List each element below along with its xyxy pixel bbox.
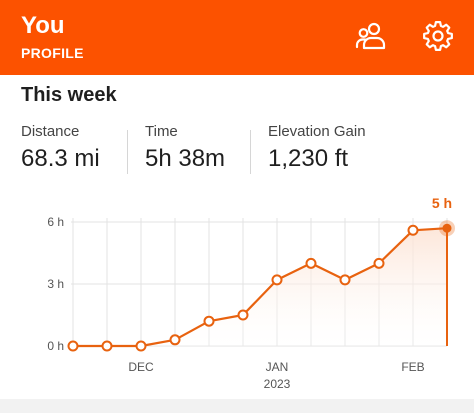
data-point[interactable] [101,340,113,352]
page-title: You [21,12,65,39]
x-axis-year-label: 2023 [264,377,291,391]
data-point[interactable] [67,340,79,352]
page-subtitle: PROFILE [21,45,84,61]
current-week-point[interactable] [442,223,452,233]
stat-elevation-gain: Elevation Gain 1,230 ft [268,123,366,173]
current-week-value-label: 5 h [432,195,452,211]
y-tick-label: 0 h [47,339,64,353]
data-point[interactable] [305,257,317,269]
stat-label: Time [145,123,178,140]
weekly-activity-chart: 6 h 3 h 0 h DEC JAN FEB 2023 5 h [47,195,455,391]
stat-time: Time 5h 38m [145,123,225,173]
footer-band [0,399,474,413]
people-icon[interactable] [354,19,388,53]
data-point[interactable] [271,274,283,286]
x-tick-label: DEC [128,360,154,374]
stat-divider [127,130,128,174]
data-point[interactable] [135,340,147,352]
stat-value: 1,230 ft [268,145,349,172]
x-tick-label: FEB [401,360,424,374]
data-point[interactable] [339,274,351,286]
app-header: You PROFILE [0,0,474,75]
stat-label: Elevation Gain [268,123,366,140]
gear-icon[interactable] [421,19,455,53]
x-tick-label: JAN [266,360,289,374]
stat-divider [250,130,251,174]
data-point[interactable] [169,334,181,346]
stat-distance: Distance 68.3 mi [21,123,100,173]
y-tick-label: 6 h [47,215,64,229]
series-area [73,228,447,346]
week-title: This week [21,84,117,106]
y-tick-label: 3 h [47,277,64,291]
data-point[interactable] [237,309,249,321]
data-point[interactable] [407,224,419,236]
data-point[interactable] [373,257,385,269]
stat-value: 68.3 mi [21,145,100,172]
stat-label: Distance [21,123,80,140]
stat-value: 5h 38m [145,145,226,172]
data-point[interactable] [203,315,215,327]
